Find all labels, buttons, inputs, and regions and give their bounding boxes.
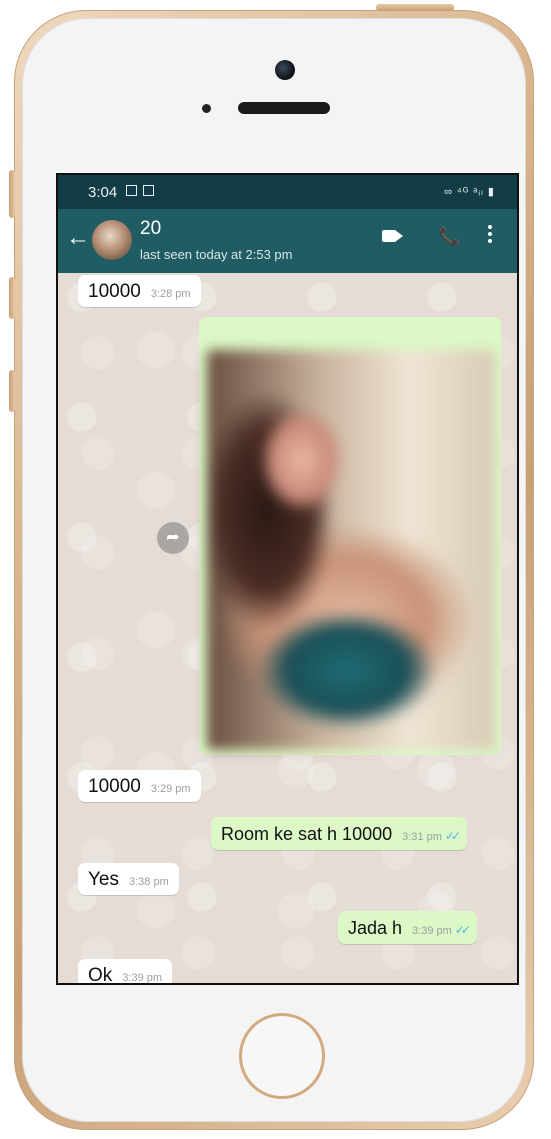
status-right-icons: ∞ ⁴ᴳ ᵃᵢₗ ▮: [444, 186, 495, 198]
blurred-photo[interactable]: [207, 350, 495, 750]
more-options-icon[interactable]: [488, 225, 492, 246]
status-time: 3:04: [88, 184, 118, 201]
video-call-icon[interactable]: [382, 229, 403, 247]
message-outgoing[interactable]: Room ke sat h 10000 3:31 pm ✓✓: [211, 817, 467, 850]
message-time: 3:28 pm: [150, 288, 191, 300]
home-button[interactable]: [239, 1013, 325, 1099]
screen: 3:04 ∞ ⁴ᴳ ᵃᵢₗ ▮ ← 20 last seen today at …: [56, 173, 519, 985]
message-incoming[interactable]: Yes 3:38 pm: [78, 863, 179, 895]
last-seen-status[interactable]: last seen today at 2:53 pm: [140, 247, 292, 262]
voice-call-icon[interactable]: 📞: [438, 226, 460, 247]
read-ticks-icon: ✓✓: [444, 829, 461, 843]
message-time: 3:38 pm: [129, 876, 169, 888]
forward-icon[interactable]: ➦: [157, 522, 189, 554]
status-notification-icons: [126, 185, 154, 196]
gallery-notification-icon: [126, 185, 137, 196]
message-time: 3:39 pm: [412, 925, 452, 937]
volume-down-button: [9, 370, 15, 412]
notification-icon: [143, 185, 154, 196]
contact-name[interactable]: 20: [140, 218, 161, 240]
front-camera-icon: [275, 60, 295, 80]
message-text: Jada h: [348, 918, 403, 938]
message-text: Yes: [88, 869, 119, 890]
avatar[interactable]: [92, 220, 132, 260]
chat-header: ← 20 last seen today at 2:53 pm 📞: [58, 209, 517, 273]
message-outgoing[interactable]: Jada h 3:39 pm ✓✓: [338, 911, 477, 944]
chat-area[interactable]: 10000 3:28 pm ➦ 10000 3:29 pm Room ke sat …: [58, 273, 517, 983]
mute-switch: [9, 170, 15, 218]
message-incoming[interactable]: 10000 3:29 pm: [78, 770, 201, 802]
volume-up-button: [9, 277, 15, 319]
message-text: Room ke sat h 10000: [221, 824, 393, 844]
message-time: 3:29 pm: [150, 783, 191, 795]
message-incoming[interactable]: 10000 3:28 pm: [78, 275, 201, 307]
message-incoming[interactable]: Ok 3:39 pm: [78, 959, 173, 983]
back-arrow-icon[interactable]: ←: [66, 224, 90, 252]
message-time: 3:31 pm: [402, 831, 442, 843]
power-button: [376, 4, 454, 11]
proximity-sensor-icon: [202, 104, 211, 113]
message-text: Ok: [88, 965, 113, 983]
message-outgoing-image[interactable]: [199, 317, 501, 755]
earpiece-speaker-icon: [238, 102, 330, 114]
message-time: 3:39 pm: [122, 972, 163, 983]
message-text: 10000: [88, 281, 141, 302]
read-ticks-icon: ✓✓: [454, 923, 471, 937]
status-bar: 3:04 ∞ ⁴ᴳ ᵃᵢₗ ▮: [58, 175, 517, 209]
message-text: 10000: [88, 776, 141, 797]
